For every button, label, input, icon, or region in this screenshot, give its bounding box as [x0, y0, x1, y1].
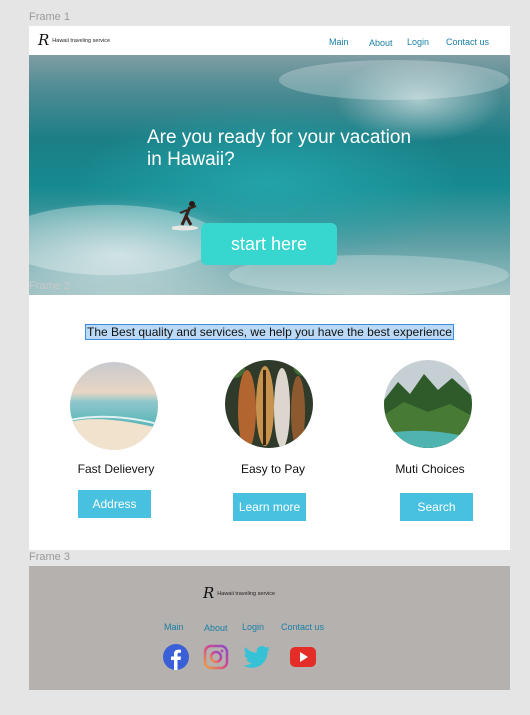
logo-mark: R — [38, 31, 50, 49]
footer-logo[interactable]: R Hawaii traveling service — [203, 586, 275, 601]
twitter-icon[interactable] — [243, 644, 271, 670]
search-button[interactable]: Search — [400, 493, 473, 521]
youtube-icon[interactable] — [289, 644, 317, 670]
green-mountains-photo — [384, 360, 472, 448]
footer-link-login[interactable]: Login — [242, 622, 264, 632]
hero-wave-image: Are you ready for your vacation in Hawai… — [29, 55, 510, 295]
frame-3-label: Frame 3 — [29, 551, 70, 563]
frame-1-landing: R Hawaii traveling service Main About Lo… — [29, 26, 510, 295]
services-tagline: The Best quality and services, we help y… — [85, 324, 454, 340]
facebook-icon[interactable] — [163, 644, 189, 670]
frame-3-footer: R Hawaii traveling service Main About Lo… — [29, 566, 510, 690]
frame-2-services: The Best quality and services, we help y… — [29, 295, 510, 550]
footer-logo-text: Hawaii traveling service — [217, 590, 276, 597]
surfer-figure — [172, 201, 198, 231]
header-logo[interactable]: R Hawaii traveling service — [38, 33, 110, 48]
address-button[interactable]: Address — [78, 490, 151, 518]
hero-title: Are you ready for your vacation in Hawai… — [147, 127, 447, 171]
nav-link-login[interactable]: Login — [407, 37, 429, 47]
top-navigation-bar: R Hawaii traveling service Main About Lo… — [29, 26, 510, 55]
learn-more-button[interactable]: Learn more — [233, 493, 306, 521]
nav-link-about[interactable]: About — [369, 38, 393, 48]
beach-photo — [70, 362, 158, 450]
logo-text: Hawaii traveling service — [52, 37, 111, 44]
footer-link-contact-us[interactable]: Contact us — [281, 622, 324, 632]
feature-title-fast-delivery: Fast Delievery — [77, 462, 155, 476]
hero-title-line-2: in Hawaii? — [147, 149, 235, 170]
hero-title-line-1: Are you ready for your vacation — [147, 127, 412, 148]
footer-link-about[interactable]: About — [204, 623, 228, 633]
nav-link-main[interactable]: Main — [329, 37, 349, 47]
feature-title-easy-to-pay: Easy to Pay — [240, 462, 306, 476]
instagram-icon[interactable] — [203, 644, 229, 670]
feature-title-multi-choices: Muti Choices — [395, 462, 465, 476]
footer-logo-mark: R — [203, 584, 215, 602]
start-here-button[interactable]: start here — [201, 223, 337, 265]
footer-link-main[interactable]: Main — [164, 622, 184, 632]
frame-2-label: Frame 2 — [29, 280, 70, 292]
surfboards-photo — [225, 360, 313, 448]
frame-1-label: Frame 1 — [29, 11, 70, 23]
nav-link-contact-us[interactable]: Contact us — [446, 37, 489, 47]
